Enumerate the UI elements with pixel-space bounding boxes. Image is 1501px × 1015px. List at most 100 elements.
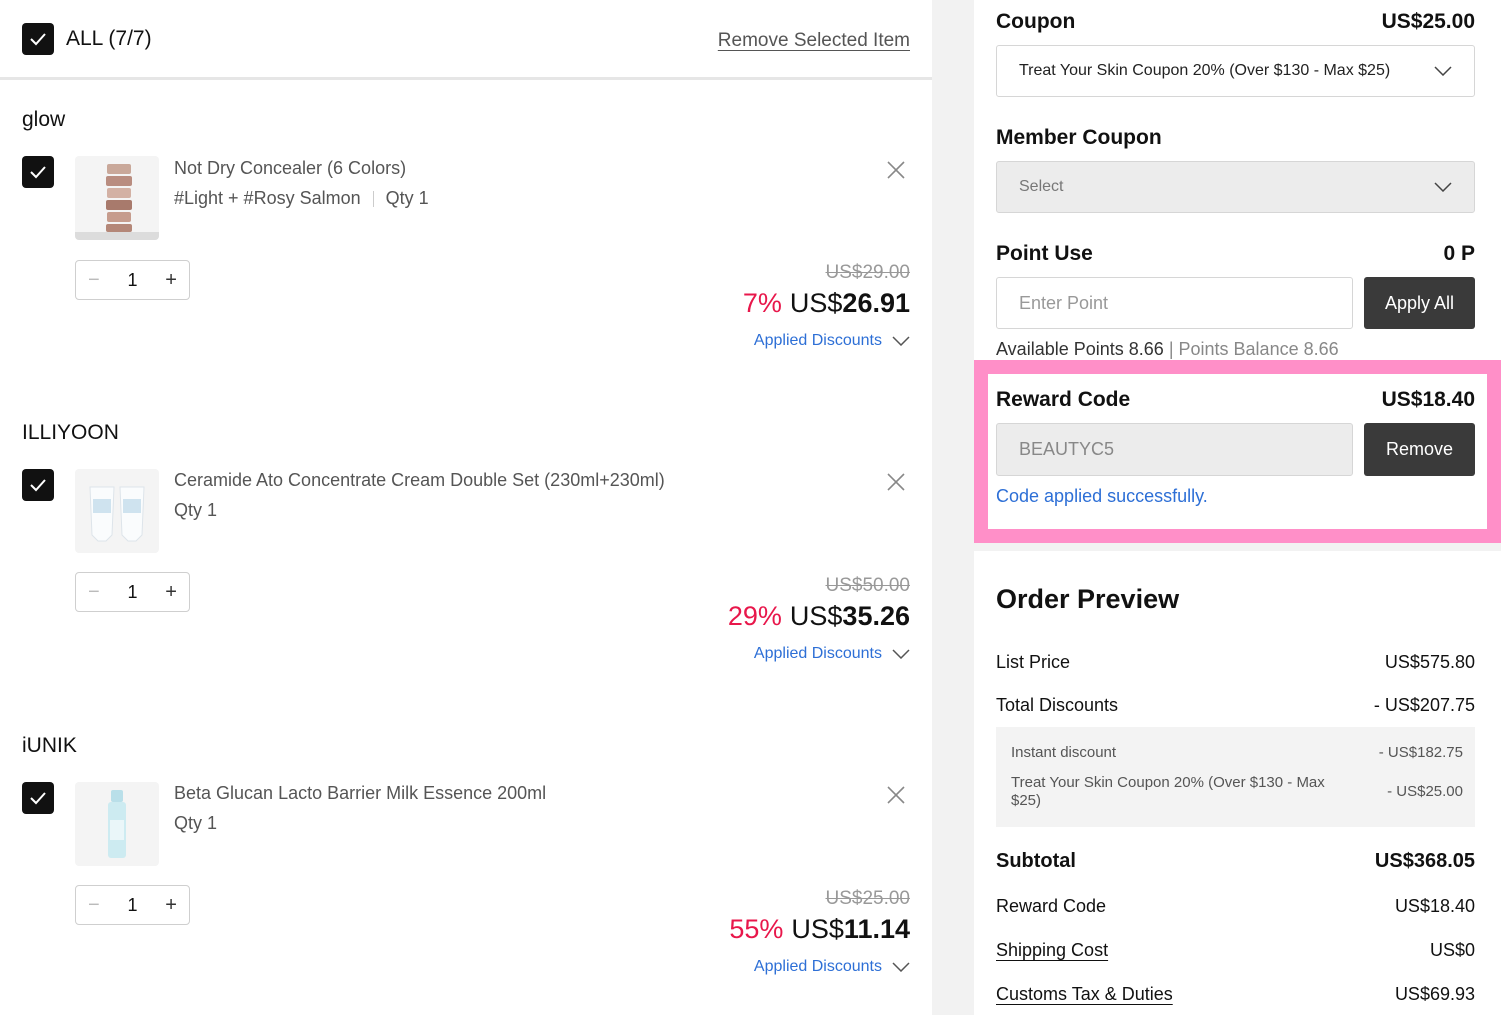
product-options: #Light + #Rosy Salmon Qty 1 [174,188,429,209]
check-icon [30,479,46,492]
product-image[interactable] [75,782,159,866]
check-icon [30,166,46,179]
discount-percent: 55% [729,914,784,944]
coupon-selected-value: Treat Your Skin Coupon 20% (Over $130 - … [1019,62,1391,79]
quantity-stepper[interactable]: − 1 + [75,885,190,925]
original-price: US$29.00 [825,262,910,283]
code-success-message: Code applied successfully. [996,486,1208,506]
coupon-discount-value: - US$25.00 [1387,783,1463,800]
chevron-down-icon [1434,182,1452,192]
select-all-label: ALL (7/7) [66,26,152,50]
sale-price: 29% US$ 35.26 [728,601,910,632]
product-name: Not Dry Concealer (6 Colors) [174,158,407,178]
quantity-value[interactable]: 1 [127,270,137,291]
member-coupon-select[interactable]: Select [996,161,1475,213]
increase-button[interactable]: + [165,581,177,604]
applied-discounts-toggle[interactable]: Applied Discounts [754,332,910,350]
increase-button[interactable]: + [165,269,177,292]
chevron-down-icon [1434,66,1452,76]
quantity-value[interactable]: 1 [127,582,137,603]
coupon-select[interactable]: Treat Your Skin Coupon 20% (Over $130 - … [996,45,1475,97]
order-preview-title: Order Preview [996,584,1180,614]
quantity-stepper[interactable]: − 1 + [75,572,190,612]
chevron-down-icon [892,336,910,346]
points-info: Available Points 8.66 | Points Balance 8… [996,339,1339,360]
close-icon[interactable] [886,785,906,805]
list-price-label: List Price [996,652,1071,672]
sale-price: 7% US$ 26.91 [743,288,910,319]
member-coupon-placeholder: Select [1019,178,1064,195]
shipping-cost-link[interactable]: Shipping Cost [996,940,1108,961]
currency: US$ [791,914,844,944]
item-checkbox[interactable] [22,469,54,501]
remove-code-button[interactable]: Remove [1364,423,1475,476]
divider [372,190,374,207]
subtotal-value: US$368.05 [1374,850,1475,872]
select-all-checkbox[interactable] [22,22,54,55]
product-options: Qty 1 [174,813,217,834]
decrease-button[interactable]: − [88,269,100,292]
reward-code-summary-label: Reward Code [996,896,1107,916]
point-input[interactable]: Enter Point [996,277,1353,329]
select-all-bar: ALL (7/7) Remove Selected Item [0,0,932,80]
applied-discounts-label: Applied Discounts [753,332,882,349]
order-preview-panel: Order Preview List Price US$575.80 Total… [974,551,1501,1015]
coupon-label: Coupon [996,10,1076,33]
quantity-stepper[interactable]: − 1 + [75,260,190,300]
check-icon [30,792,46,805]
decrease-button[interactable]: − [88,894,100,917]
product-qty-label: Qty 1 [385,188,429,208]
brand-name: glow [22,108,66,131]
cart-panel: ALL (7/7) Remove Selected Item glow Not … [0,0,932,1015]
close-icon[interactable] [886,160,906,180]
item-checkbox[interactable] [22,156,54,188]
total-discounts-label: Total Discounts [996,695,1119,715]
currency: US$ [789,288,843,318]
product-qty-label: Qty 1 [174,500,218,520]
product-image[interactable] [75,469,159,553]
chevron-down-icon [892,962,910,972]
remove-selected-link[interactable]: Remove Selected Item [718,30,910,52]
points-balance: Points Balance 8.66 [1178,339,1339,359]
increase-button[interactable]: + [165,894,177,917]
decrease-button[interactable]: − [88,581,100,604]
reward-code-amount: US$18.40 [1381,388,1475,411]
apply-all-button[interactable]: Apply All [1364,277,1475,329]
close-icon[interactable] [886,472,906,492]
quantity-value[interactable]: 1 [127,895,137,916]
chevron-down-icon [892,649,910,659]
coupon-discount-label-line2: $25) [1011,792,1042,809]
coupon-discount-label-line1: Treat Your Skin Coupon 20% (Over $130 - … [1011,774,1325,791]
shipping-cost-value: US$0 [1429,940,1475,960]
product-option: #Light + #Rosy Salmon [174,188,361,208]
sale-price: 55% US$ 11.14 [729,914,910,945]
point-use-value: 0 P [1443,242,1475,265]
currency: US$ [789,601,843,631]
reward-code-highlight: Reward Code US$18.40 BEAUTYC5 Remove Cod… [974,360,1501,543]
product-name: Beta Glucan Lacto Barrier Milk Essence 2… [174,783,547,803]
product-image[interactable] [75,156,159,240]
applied-discounts-label: Applied Discounts [753,645,882,662]
essence-bottle-image [108,790,126,858]
reward-code-section: Reward Code US$18.40 BEAUTYC5 Remove Cod… [988,374,1487,529]
customs-tax-value: US$69.93 [1394,984,1475,1004]
total-discounts-value: - US$207.75 [1373,695,1475,715]
item-checkbox[interactable] [22,782,54,814]
applied-discounts-toggle[interactable]: Applied Discounts [754,645,910,663]
points-separator: | [1168,339,1174,359]
check-icon [30,32,46,45]
product-options: Qty 1 [174,500,217,521]
subtotal-label: Subtotal [996,850,1076,872]
cream-tubes-image [89,486,145,542]
reward-code-input[interactable]: BEAUTYC5 [996,423,1353,476]
instant-discount-value: - US$182.75 [1378,744,1463,761]
reward-code-summary-value: US$18.40 [1394,896,1475,916]
applied-discounts-label: Applied Discounts [753,958,882,975]
applied-discounts-toggle[interactable]: Applied Discounts [754,958,910,976]
customs-tax-link[interactable]: Customs Tax & Duties [996,984,1173,1005]
original-price: US$50.00 [825,575,910,596]
concealer-stack-image [75,164,159,240]
discount-breakdown: Instant discount - US$182.75 Treat Your … [996,727,1475,827]
price-amount: 35.26 [842,601,910,631]
point-use-label: Point Use [996,242,1093,265]
